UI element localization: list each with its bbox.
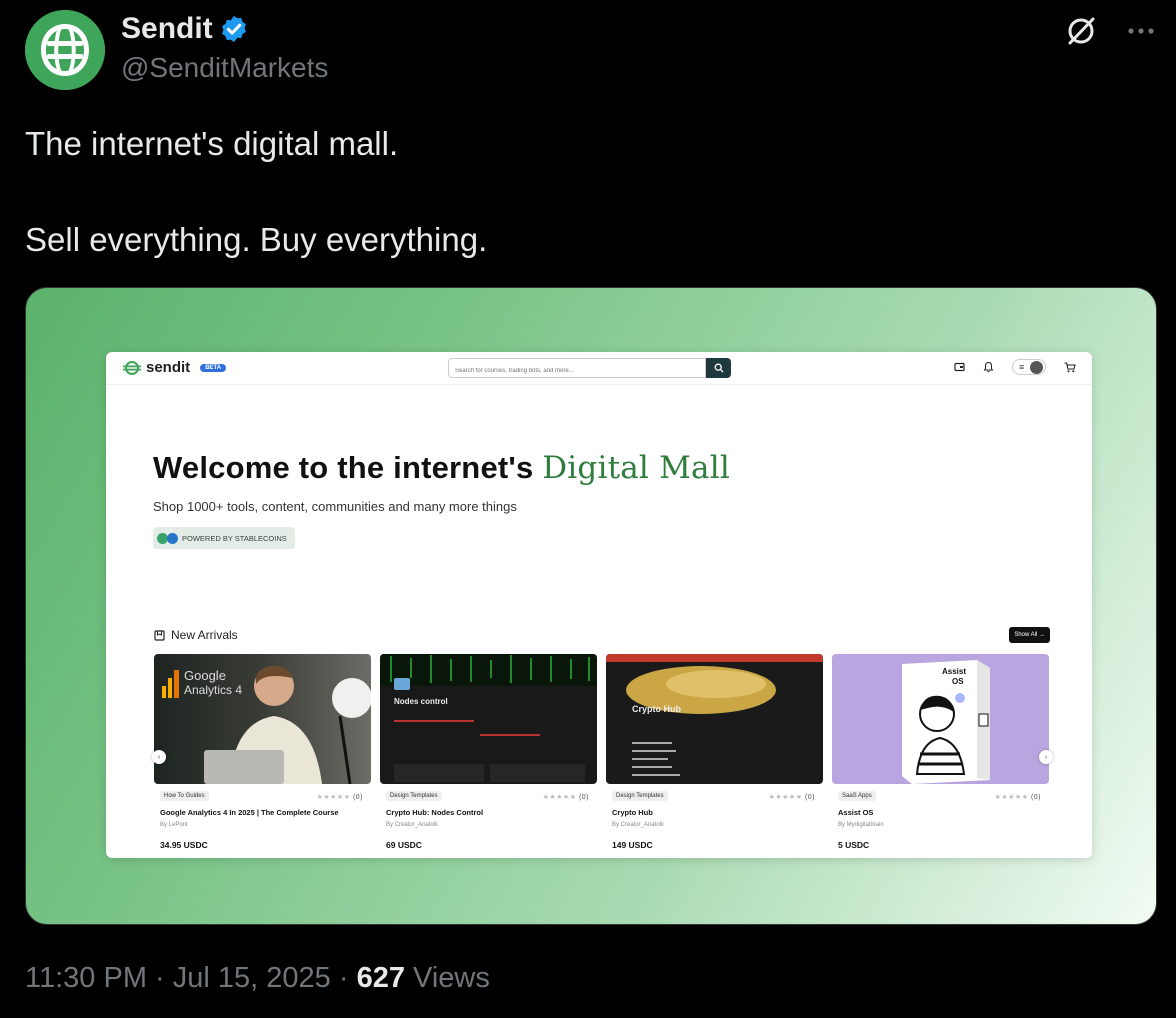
more-options-icon[interactable]: [1126, 26, 1156, 36]
site-logo-text: sendit: [146, 359, 191, 376]
rating-stars: ★★★★★: [994, 794, 1029, 801]
stablecoins-badge: POWERED BY STABLECOINS: [153, 527, 295, 549]
product-category: SaaS Apps: [838, 791, 876, 801]
new-arrivals-heading: New Arrivals: [154, 628, 238, 642]
browser-screenshot: sendit BETA Search for courses, trading …: [106, 352, 1092, 858]
product-author[interactable]: By LePont: [160, 822, 188, 828]
rating-count: (0): [578, 794, 589, 801]
product-card[interactable]: Assist OS SaaS Apps ★★★★★ (0) Assist OS …: [832, 654, 1049, 858]
cart-icon[interactable]: [1064, 361, 1076, 373]
rating-stars: ★★★★★: [768, 794, 803, 801]
stablecoins-label: POWERED BY STABLECOINS: [182, 533, 287, 543]
svg-text:Google: Google: [184, 668, 226, 683]
product-card[interactable]: Crypto Hub Design Templates ★★★★★ (0) Cr…: [606, 654, 823, 858]
product-rating: ★★★★★ (0): [543, 793, 589, 801]
carousel-prev-button[interactable]: ‹: [152, 750, 166, 764]
product-card[interactable]: Nodes control Design Templates ★★★★★ (0)…: [380, 654, 597, 858]
product-price: 149 USDC: [612, 840, 653, 850]
product-price: 69 USDC: [386, 840, 422, 850]
svg-text:Nodes control: Nodes control: [394, 697, 448, 706]
product-title[interactable]: Crypto Hub: Nodes Control: [386, 808, 591, 817]
product-rating: ★★★★★ (0): [769, 793, 815, 801]
nodes-control-thumbnail: Nodes control: [380, 654, 597, 782]
site-navbar: sendit BETA Search for courses, trading …: [106, 352, 1092, 385]
assist-os-thumbnail: Assist OS: [902, 660, 990, 784]
show-all-button[interactable]: Show All →: [1009, 627, 1050, 643]
carousel-next-button[interactable]: ›: [1039, 750, 1053, 764]
product-title[interactable]: Crypto Hub: [612, 808, 817, 817]
box-icon: [154, 629, 165, 641]
display-name[interactable]: Sendit: [121, 12, 213, 46]
product-title[interactable]: Google Analytics 4 In 2025 | The Complet…: [160, 808, 365, 817]
hero-title: Welcome to the internet's Digital Mall: [153, 450, 730, 486]
crypto-hub-thumbnail: Crypto Hub: [606, 654, 823, 776]
account-menu-button[interactable]: ≡: [1012, 359, 1046, 375]
bell-icon[interactable]: [983, 361, 994, 373]
product-title[interactable]: Assist OS: [838, 808, 1043, 817]
grok-icon[interactable]: [1064, 14, 1098, 48]
product-category: How To Guides: [160, 791, 209, 801]
product-thumbnail: Assist OS: [832, 654, 1049, 784]
profile-avatar[interactable]: [25, 10, 105, 90]
tweet-meta: 11:30 PM · Jul 15, 2025 · 627 Views: [25, 962, 490, 994]
hero-subtitle: Shop 1000+ tools, content, communities a…: [153, 499, 517, 514]
site-search-input[interactable]: [449, 363, 701, 379]
beta-badge: BETA: [200, 363, 227, 372]
verified-badge-icon: [221, 15, 246, 43]
product-category: Design Templates: [612, 791, 668, 801]
product-category: Design Templates: [386, 791, 442, 801]
analytics-course-thumbnail: Google Analytics 4: [162, 666, 371, 784]
product-thumbnail: Google Analytics 4: [154, 654, 371, 784]
product-rating: ★★★★★ (0): [317, 793, 363, 801]
product-author[interactable]: By Creator_Anatolii: [386, 822, 438, 828]
svg-text:OS: OS: [952, 677, 964, 686]
views-count: 627: [356, 962, 405, 994]
svg-text:Assist: Assist: [942, 667, 966, 676]
sendit-logo-icon: [123, 360, 141, 375]
new-arrivals-label: New Arrivals: [171, 628, 238, 642]
user-handle[interactable]: @SenditMarkets: [121, 52, 328, 84]
product-thumbnail: Crypto Hub: [606, 654, 823, 784]
product-thumbnail: Nodes control: [380, 654, 597, 784]
tweet-text: The internet's digital mall. Sell everyt…: [25, 125, 488, 258]
product-rating: ★★★★★ (0): [995, 793, 1041, 801]
product-card[interactable]: Google Analytics 4 How To Guides ★★★★★ (…: [154, 654, 371, 858]
product-author[interactable]: By Mydigitalbrain: [838, 822, 884, 828]
site-logo[interactable]: sendit BETA: [122, 359, 227, 376]
site-search-button[interactable]: [706, 358, 731, 378]
tweet-media-image[interactable]: sendit BETA Search for courses, trading …: [25, 287, 1157, 925]
rating-count: (0): [352, 794, 363, 801]
hero-title-text: Welcome to the internet's: [153, 450, 534, 485]
svg-text:Crypto Hub: Crypto Hub: [632, 704, 681, 714]
site-search: [448, 358, 706, 379]
tweet-date[interactable]: Jul 15, 2025: [173, 962, 331, 994]
rating-stars: ★★★★★: [542, 794, 577, 801]
svg-text:Analytics 4: Analytics 4: [184, 683, 242, 697]
user-avatar: [1030, 360, 1043, 374]
rating-count: (0): [1030, 794, 1041, 801]
rating-count: (0): [804, 794, 815, 801]
usdc-icon: [167, 532, 178, 544]
globe-logo-icon: [25, 10, 105, 90]
wallet-icon[interactable]: [954, 362, 965, 372]
rating-stars: ★★★★★: [316, 794, 351, 801]
chevron-left-icon: ‹: [157, 753, 161, 761]
chevron-right-icon: ›: [1044, 753, 1048, 761]
search-icon: [714, 363, 723, 373]
menu-icon: ≡: [1019, 362, 1025, 372]
product-price: 5 USDC: [838, 840, 870, 850]
hero-title-accent: Digital Mall: [542, 450, 730, 486]
views-label: Views: [413, 962, 490, 994]
product-author[interactable]: By Creator_Anatolii: [612, 822, 664, 828]
tweet-time[interactable]: 11:30 PM: [25, 962, 147, 994]
product-price: 34.95 USDC: [160, 840, 208, 850]
